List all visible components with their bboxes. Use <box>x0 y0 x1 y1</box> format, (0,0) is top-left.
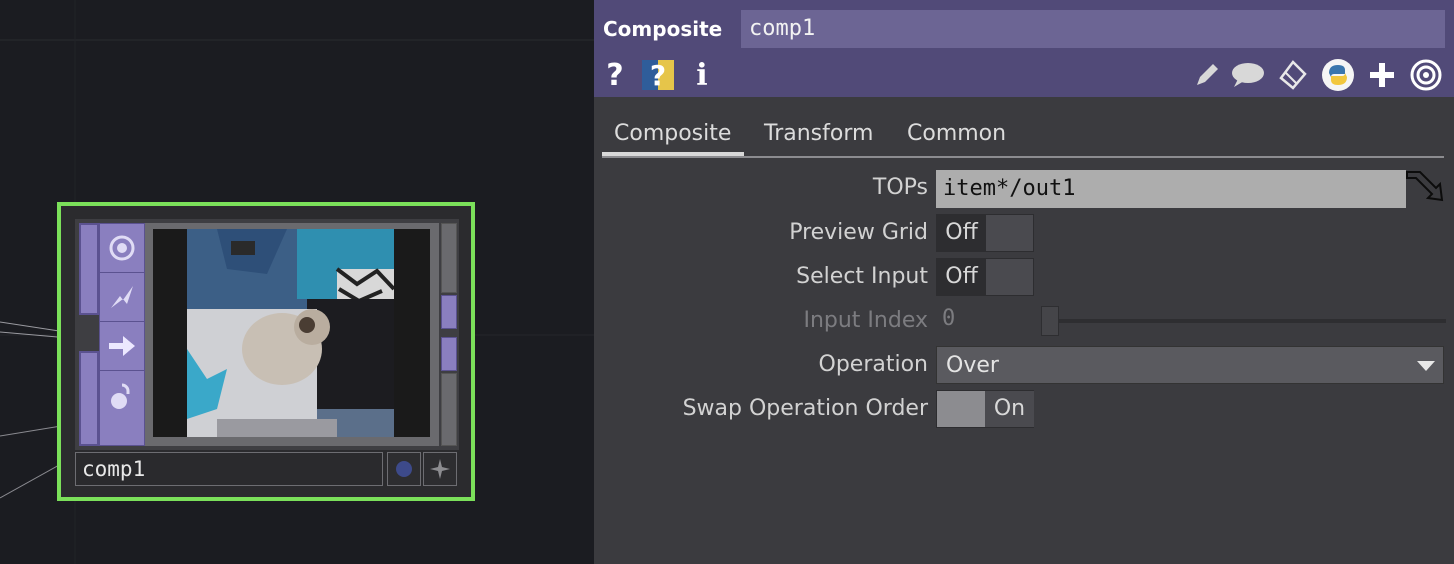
node-icon-column <box>99 223 145 446</box>
help-icon[interactable]: ? <box>602 58 628 93</box>
tops-label: TOPs <box>872 175 928 200</box>
python-help-icon[interactable]: ? <box>640 58 676 92</box>
operation-dropdown[interactable]: Over <box>936 346 1444 384</box>
operation-value: Over <box>946 353 999 378</box>
cat-photo-thumbnail <box>187 229 394 437</box>
tops-input[interactable]: item*/out1 <box>936 170 1406 208</box>
viewer-frame <box>153 229 430 437</box>
input-connector-strip[interactable] <box>79 351 99 446</box>
add-icon[interactable] <box>1366 58 1398 92</box>
cook-icon[interactable] <box>100 273 144 322</box>
tab-composite[interactable]: Composite <box>602 118 744 156</box>
select-input-toggle[interactable]: Off <box>936 258 1034 296</box>
input-index-value: 0 <box>942 306 956 331</box>
lock-icon[interactable] <box>100 371 144 420</box>
output-connector[interactable] <box>441 295 457 329</box>
tab-transform[interactable]: Transform <box>752 118 885 156</box>
chevron-down-icon <box>1417 361 1435 371</box>
input-connector-strip[interactable] <box>79 223 99 315</box>
bypass-arrow-icon[interactable] <box>100 322 144 371</box>
operator-type-label: Composite <box>603 17 723 41</box>
viewer-icon[interactable] <box>1408 58 1444 92</box>
input-index-slider-handle[interactable] <box>1041 306 1059 336</box>
output-strip <box>441 223 457 293</box>
output-strip <box>441 373 457 446</box>
tab-common[interactable]: Common <box>895 118 1018 156</box>
operation-label: Operation <box>818 352 928 377</box>
select-input-label: Select Input <box>796 264 928 289</box>
input-index-label: Input Index <box>803 308 928 333</box>
preview-grid-label: Preview Grid <box>789 220 928 245</box>
info-icon[interactable]: i <box>692 58 712 93</box>
output-connector[interactable] <box>441 337 457 371</box>
display-flag-icon[interactable] <box>387 452 421 486</box>
node-viewer[interactable] <box>145 223 439 446</box>
operator-name-field[interactable]: comp1 <box>741 10 1445 48</box>
clone-icon[interactable] <box>1274 58 1310 92</box>
python-icon[interactable] <box>1320 58 1356 92</box>
preview-grid-state: Off <box>937 215 986 251</box>
swap-operation-order-label: Swap Operation Order <box>682 396 928 421</box>
svg-text:?: ? <box>650 59 666 92</box>
swap-operation-order-state: On <box>985 391 1034 427</box>
swap-operation-order-toggle[interactable]: On <box>936 390 1034 428</box>
drag-drop-arrow-icon[interactable] <box>1406 170 1446 204</box>
viewer-active-icon[interactable] <box>100 224 144 273</box>
input-index-slider-track <box>1056 319 1446 323</box>
comp1-node[interactable]: comp1 <box>57 202 475 501</box>
app-root: comp1 Composite comp1 ? ? i Composite Tr… <box>0 0 1454 564</box>
preview-grid-toggle[interactable]: Off <box>936 214 1034 252</box>
network-editor[interactable]: comp1 <box>0 0 594 564</box>
select-input-state: Off <box>937 259 986 295</box>
render-flag-icon[interactable] <box>423 452 457 486</box>
edit-icon[interactable] <box>1190 58 1224 92</box>
comment-icon[interactable] <box>1230 58 1266 92</box>
parameter-tabs: Composite Transform Common <box>602 118 1444 158</box>
parameter-panel: Composite comp1 ? ? i Composite Transfor… <box>594 0 1454 564</box>
node-body <box>75 219 459 450</box>
node-name-field[interactable]: comp1 <box>75 452 383 486</box>
panel-header: Composite comp1 ? ? i <box>594 0 1454 97</box>
